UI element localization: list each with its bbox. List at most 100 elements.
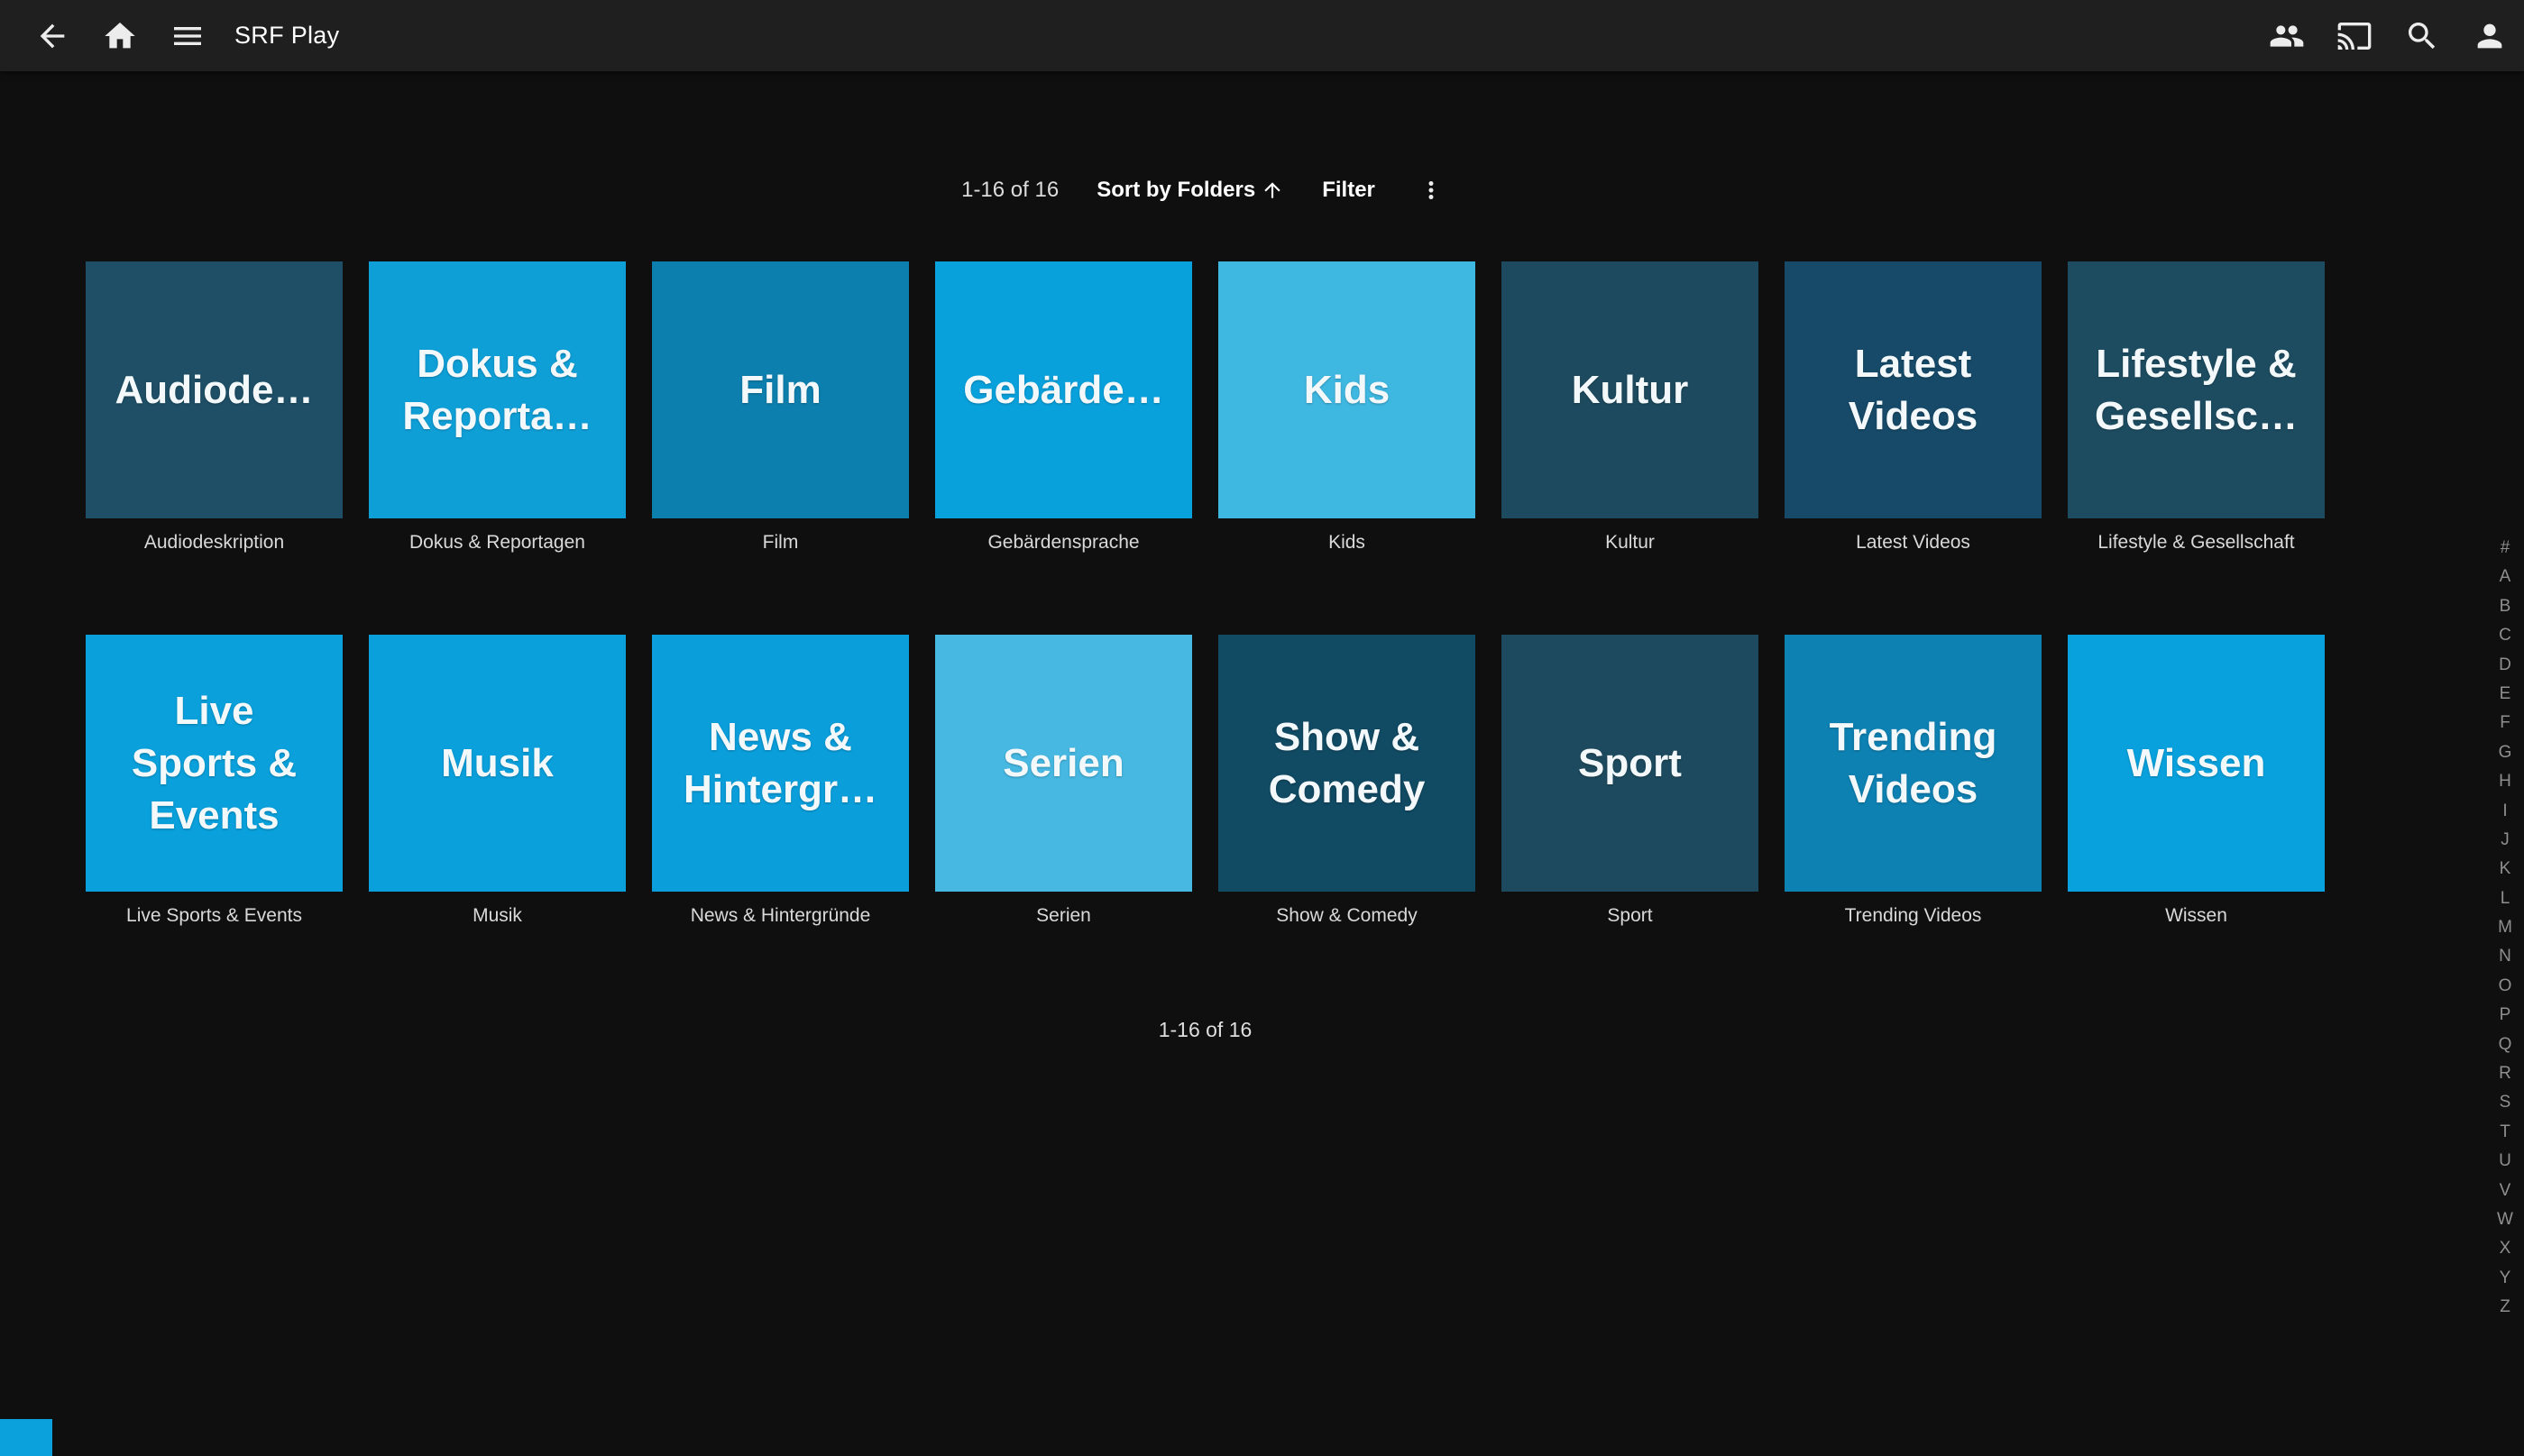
- filter-label: Filter: [1322, 178, 1375, 203]
- cast-button[interactable]: [2326, 7, 2383, 65]
- profile-button[interactable]: [2461, 7, 2519, 65]
- alphabet-letter[interactable]: L: [2491, 884, 2519, 913]
- alphabet-letter[interactable]: G: [2491, 738, 2519, 767]
- tile-caption: Kultur: [1501, 531, 1758, 554]
- tile-grid: Audiode… Audiodeskription Dokus & Report…: [86, 261, 2325, 928]
- tile-caption: Trending Videos: [1785, 904, 2042, 928]
- tile[interactable]: Lifestyle & Gesellsc…: [2068, 261, 2325, 518]
- tile-caption: Film: [652, 531, 909, 554]
- group-button[interactable]: [2258, 7, 2316, 65]
- alphabet-letter[interactable]: #: [2491, 534, 2519, 563]
- tile[interactable]: Trending Videos: [1785, 635, 2042, 892]
- alphabet-letter[interactable]: J: [2491, 826, 2519, 855]
- tile[interactable]: Latest Videos: [1785, 261, 2042, 518]
- tile[interactable]: Dokus & Reporta…: [369, 261, 626, 518]
- tile-title: Trending Videos: [1830, 711, 1997, 816]
- tile[interactable]: Sport: [1501, 635, 1758, 892]
- alphabet-letter[interactable]: M: [2491, 913, 2519, 942]
- menu-button[interactable]: [159, 7, 216, 65]
- tile-title: Show & Comedy: [1269, 711, 1426, 816]
- alphabet-letter[interactable]: V: [2491, 1177, 2519, 1205]
- tile[interactable]: Audiode…: [86, 261, 343, 518]
- alphabet-rail: #ABCDEFGHIJKLMNOPQRSTUVWXYZ: [2491, 534, 2519, 1323]
- home-icon: [102, 18, 138, 54]
- group-icon: [2269, 18, 2305, 54]
- more-button[interactable]: [1413, 172, 1449, 208]
- tile-caption: Live Sports & Events: [86, 904, 343, 928]
- alphabet-letter[interactable]: H: [2491, 767, 2519, 796]
- alphabet-letter[interactable]: A: [2491, 563, 2519, 591]
- more-vert-icon: [1418, 177, 1445, 204]
- search-icon: [2404, 18, 2440, 54]
- tile-title: Sport: [1578, 737, 1682, 790]
- tile-caption: Dokus & Reportagen: [369, 531, 626, 554]
- alphabet-letter[interactable]: D: [2491, 651, 2519, 680]
- item-count: 1-16 of 16: [961, 178, 1059, 203]
- alphabet-letter[interactable]: R: [2491, 1059, 2519, 1088]
- tile-title: News & Hintergr…: [684, 711, 877, 816]
- alphabet-letter[interactable]: E: [2491, 680, 2519, 709]
- tile[interactable]: Film: [652, 261, 909, 518]
- alphabet-letter[interactable]: F: [2491, 709, 2519, 737]
- sort-button[interactable]: Sort by Folders: [1097, 178, 1284, 203]
- tile-title: Latest Videos: [1849, 338, 1978, 443]
- topbar: SRF Play: [0, 0, 2524, 71]
- tile-caption: Musik: [369, 904, 626, 928]
- alphabet-letter[interactable]: U: [2491, 1147, 2519, 1176]
- tile-cell: Serien Serien: [935, 635, 1192, 928]
- tile-title: Lifestyle & Gesellsc…: [2095, 338, 2298, 443]
- tile-caption: Lifestyle & Gesellschaft: [2068, 531, 2325, 554]
- cast-icon: [2336, 18, 2373, 54]
- back-button[interactable]: [23, 7, 81, 65]
- alphabet-letter[interactable]: C: [2491, 621, 2519, 650]
- home-button[interactable]: [91, 7, 149, 65]
- tile-caption: Audiodeskription: [86, 531, 343, 554]
- tile-title: Musik: [441, 737, 554, 790]
- tile-title: Dokus & Reporta…: [402, 338, 592, 443]
- alphabet-letter[interactable]: X: [2491, 1234, 2519, 1263]
- alphabet-letter[interactable]: Y: [2491, 1264, 2519, 1293]
- alphabet-letter[interactable]: I: [2491, 797, 2519, 826]
- tile-cell: Trending Videos Trending Videos: [1785, 635, 2042, 928]
- tile-cell: Gebärde… Gebärdensprache: [935, 261, 1192, 554]
- tile-caption: Sport: [1501, 904, 1758, 928]
- alphabet-letter[interactable]: T: [2491, 1118, 2519, 1147]
- main-content: 1-16 of 16 Sort by Folders Filter Audiod…: [86, 71, 2325, 1042]
- tile-cell: Audiode… Audiodeskription: [86, 261, 343, 554]
- filter-button[interactable]: Filter: [1322, 178, 1375, 203]
- tile[interactable]: Kultur: [1501, 261, 1758, 518]
- tile[interactable]: Gebärde…: [935, 261, 1192, 518]
- tile-title: Gebärde…: [963, 364, 1164, 417]
- tile[interactable]: Kids: [1218, 261, 1475, 518]
- tile-caption: Latest Videos: [1785, 531, 2042, 554]
- tile-cell: Latest Videos Latest Videos: [1785, 261, 2042, 554]
- tile-cell: Sport Sport: [1501, 635, 1758, 928]
- tile[interactable]: Musik: [369, 635, 626, 892]
- tile-cell: Show & Comedy Show & Comedy: [1218, 635, 1475, 928]
- tile-cell: Kultur Kultur: [1501, 261, 1758, 554]
- alphabet-letter[interactable]: K: [2491, 855, 2519, 884]
- menu-icon: [170, 18, 206, 54]
- tile[interactable]: News & Hintergr…: [652, 635, 909, 892]
- tile-cell: Live Sports & Events Live Sports & Event…: [86, 635, 343, 928]
- alphabet-letter[interactable]: N: [2491, 942, 2519, 971]
- alphabet-letter[interactable]: P: [2491, 1001, 2519, 1030]
- alphabet-letter[interactable]: Z: [2491, 1293, 2519, 1322]
- tile[interactable]: Wissen: [2068, 635, 2325, 892]
- arrow-up-icon: [1261, 179, 1284, 202]
- tile-title: Kultur: [1572, 364, 1689, 417]
- alphabet-letter[interactable]: B: [2491, 592, 2519, 621]
- profile-icon: [2472, 18, 2508, 54]
- tile-title: Serien: [1003, 737, 1124, 790]
- footer-count: 1-16 of 16: [86, 1018, 2325, 1042]
- tile[interactable]: Serien: [935, 635, 1192, 892]
- alphabet-letter[interactable]: S: [2491, 1088, 2519, 1117]
- alphabet-letter[interactable]: W: [2491, 1205, 2519, 1234]
- alphabet-letter[interactable]: Q: [2491, 1030, 2519, 1059]
- tile-cell: Musik Musik: [369, 635, 626, 928]
- search-button[interactable]: [2393, 7, 2451, 65]
- tile[interactable]: Live Sports & Events: [86, 635, 343, 892]
- tile[interactable]: Show & Comedy: [1218, 635, 1475, 892]
- alphabet-letter[interactable]: O: [2491, 972, 2519, 1001]
- tile-title: Live Sports & Events: [132, 685, 297, 842]
